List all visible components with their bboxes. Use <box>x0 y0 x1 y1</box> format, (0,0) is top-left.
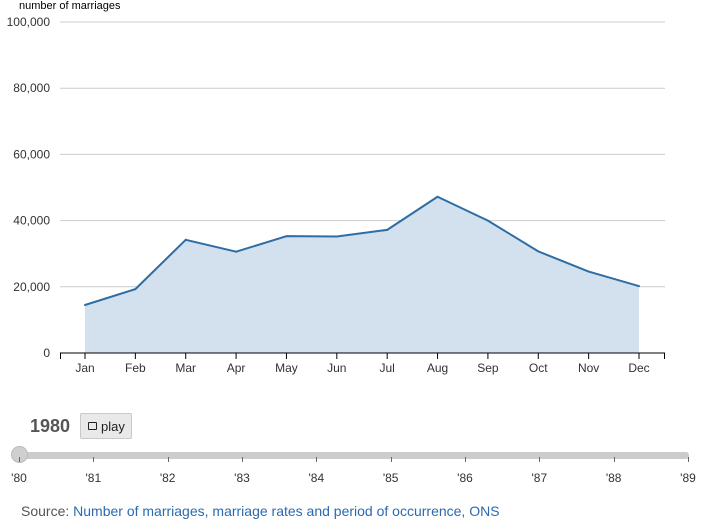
data-point-sep <box>486 219 489 222</box>
timeline-year-tick <box>316 457 318 462</box>
x-tick-label: Jan <box>75 361 94 375</box>
data-point-dec <box>638 285 640 288</box>
x-tick-label: Apr <box>227 361 246 375</box>
timeline-year-label[interactable]: '89 <box>680 471 696 485</box>
data-point-apr <box>235 250 238 253</box>
x-tick-label: Dec <box>628 361 649 375</box>
play-button-label: play <box>101 418 125 434</box>
play-button[interactable]: play <box>80 413 132 439</box>
timeline-year-tick <box>613 457 615 462</box>
data-point-jan <box>84 304 86 307</box>
timeline-year-label[interactable]: '80 <box>11 471 27 485</box>
playback-controls: 1980 play <box>30 412 132 440</box>
timeline-year-tick <box>19 457 20 462</box>
data-point-nov <box>587 270 590 273</box>
x-tick-label: Oct <box>529 361 548 375</box>
current-year-label: 1980 <box>30 415 71 436</box>
year-timeline-slider[interactable]: '80 '81 '82 '83 '84 '85 '86 '87 '88 '89 <box>11 444 696 485</box>
timeline-year-tick <box>390 457 392 462</box>
timeline-year-label[interactable]: '86 <box>457 471 473 485</box>
data-point-oct <box>537 250 540 253</box>
timeline-year-tick <box>93 457 95 462</box>
timeline-track[interactable] <box>19 452 689 459</box>
data-point-may <box>285 235 288 238</box>
x-tick-label: Jun <box>327 361 346 375</box>
y-axis-title: number of marriages <box>19 0 121 12</box>
data-point-feb <box>134 288 137 291</box>
timeline-year-label[interactable]: '87 <box>532 471 548 485</box>
data-point-jun <box>335 235 338 238</box>
timeline-year-label[interactable]: '85 <box>383 471 399 485</box>
timeline-year-label[interactable]: '81 <box>86 471 102 485</box>
timeline-year-label[interactable]: '88 <box>606 471 622 485</box>
source-prefix: Source: <box>21 503 74 519</box>
data-point-jul <box>386 228 389 231</box>
x-tick-label: Sep <box>477 361 499 375</box>
timeline-year-tick <box>242 457 243 462</box>
y-tick-label: 40,000 <box>13 214 50 228</box>
timeline-year-tick <box>688 457 689 462</box>
source-note: Source: Number of marriages, marriage ra… <box>21 503 500 519</box>
timeline-year-label[interactable]: '83 <box>234 471 250 485</box>
y-tick-label: 20,000 <box>13 280 50 294</box>
x-tick-label: Nov <box>578 361 599 375</box>
timeline-year-tick <box>167 457 169 462</box>
y-tick-label: 0 <box>43 346 50 360</box>
x-tick-label: Jul <box>380 361 395 375</box>
x-tick-label: May <box>275 361 298 375</box>
source-link[interactable]: Number of marriages, marriage rates and … <box>73 503 499 519</box>
x-tick-label: Mar <box>175 361 196 375</box>
timeline-year-label[interactable]: '82 <box>160 471 176 485</box>
y-tick-label: 100,000 <box>7 15 51 29</box>
y-tick-label: 80,000 <box>13 81 50 95</box>
timeline-year-label[interactable]: '84 <box>309 471 325 485</box>
x-tick-label: Aug <box>427 361 448 375</box>
data-point-mar <box>184 238 187 241</box>
timeline-year-tick <box>539 457 541 462</box>
y-tick-label: 60,000 <box>13 147 50 161</box>
stop-square-icon <box>88 422 98 430</box>
data-point-aug <box>436 195 439 198</box>
x-tick-label: Feb <box>125 361 146 375</box>
timeline-year-tick <box>465 457 466 462</box>
area-chart: number of marriages 0 20,000 40,000 60,000 80… <box>7 0 665 375</box>
